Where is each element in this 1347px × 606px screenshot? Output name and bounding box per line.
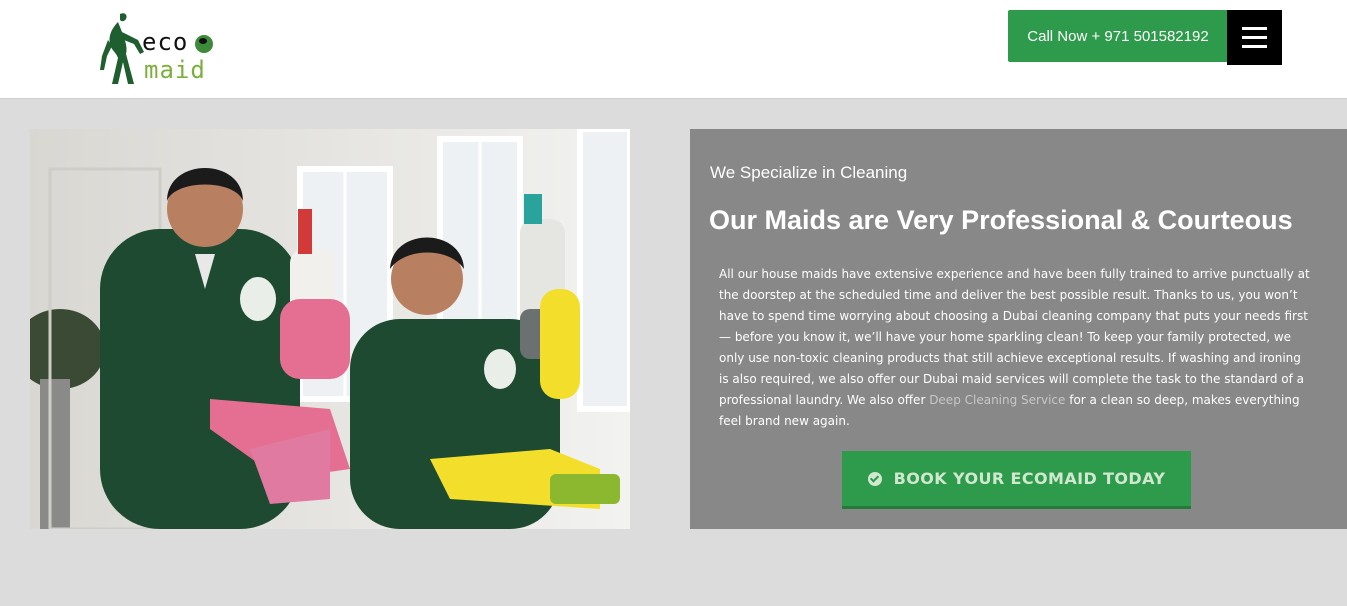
book-ecomaid-button[interactable]: BOOK YOUR ECOMAID TODAY — [842, 451, 1191, 509]
book-button-label: BOOK YOUR ECOMAID TODAY — [893, 469, 1166, 488]
section-paragraph: All our house maids have extensive exper… — [719, 264, 1312, 432]
maid-silhouette-icon — [100, 13, 144, 84]
hamburger-icon[interactable] — [1227, 10, 1282, 65]
paragraph-text-before-link: All our house maids have extensive exper… — [719, 267, 1310, 407]
ecomaid-logo[interactable]: eco maid — [98, 10, 228, 86]
globe-icon — [195, 35, 213, 53]
hamburger-bar — [1242, 36, 1267, 39]
logo-word-eco: eco — [142, 28, 189, 56]
site-header: eco maid Call Now + 971 501582192 — [0, 0, 1347, 99]
services-info-panel: We Specialize in Cleaning Our Maids are … — [690, 129, 1347, 529]
hamburger-bar — [1242, 27, 1267, 30]
section-kicker: We Specialize in Cleaning — [710, 163, 908, 182]
hamburger-bar — [1242, 45, 1267, 48]
check-circle-icon — [867, 471, 882, 486]
maids-holding-cleaning-supplies-photo — [30, 129, 630, 529]
hero-photo-illustration — [30, 129, 630, 529]
deep-cleaning-service-link[interactable]: Deep Cleaning Service — [929, 393, 1065, 407]
section-headline: Our Maids are Very Professional & Courte… — [709, 205, 1293, 235]
logo-word-maid: maid — [144, 56, 206, 84]
call-now-button[interactable]: Call Now + 971 501582192 — [1008, 10, 1228, 62]
